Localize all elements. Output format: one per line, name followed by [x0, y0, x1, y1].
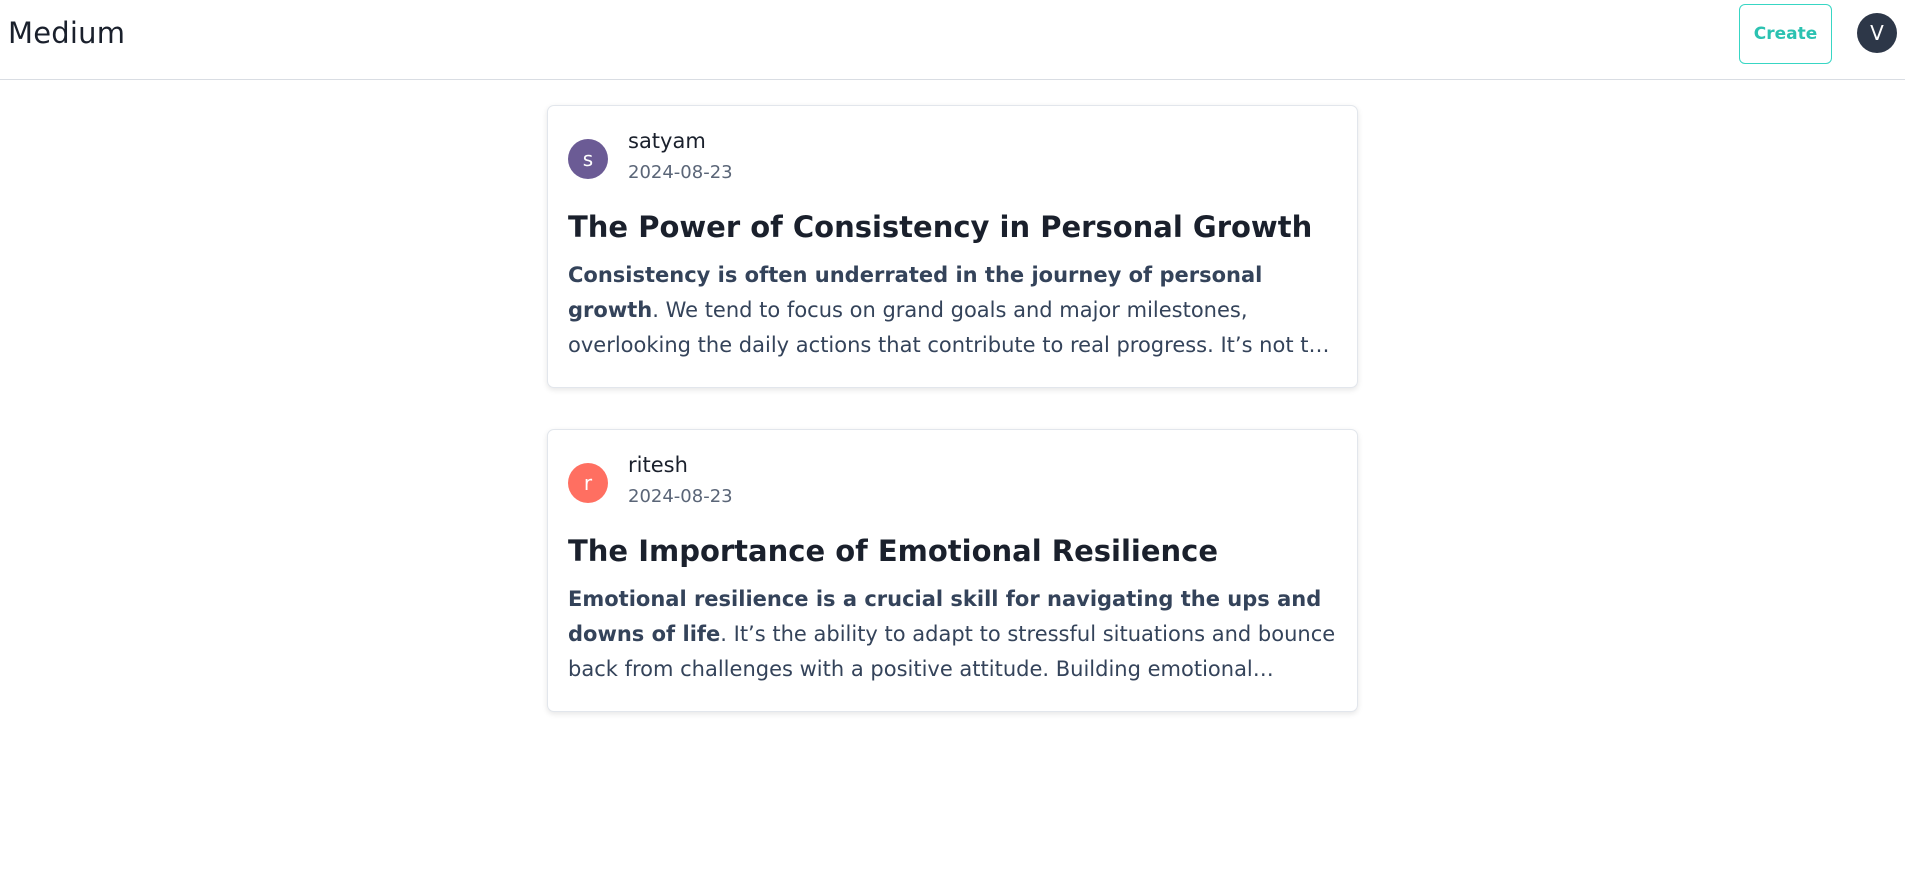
author-name: satyam: [628, 129, 706, 153]
post-author-row: s satyam 2024-08-23: [568, 128, 1337, 184]
post-author-row: r ritesh 2024-08-23: [568, 452, 1337, 508]
post-card[interactable]: r ritesh 2024-08-23 The Importance of Em…: [547, 429, 1358, 712]
top-navbar: Medium Create V: [0, 0, 1905, 80]
author-name: ritesh: [628, 453, 688, 477]
post-title[interactable]: The Power of Consistency in Personal Gro…: [568, 209, 1337, 245]
post-excerpt: Consistency is often underrated in the j…: [568, 258, 1337, 363]
author-avatar: r: [568, 463, 608, 503]
author-avatar: s: [568, 139, 608, 179]
post-date: 2024-08-23: [628, 486, 733, 507]
post-card[interactable]: s satyam 2024-08-23 The Power of Consist…: [547, 105, 1358, 388]
post-excerpt: Emotional resilience is a crucial skill …: [568, 582, 1337, 687]
user-avatar[interactable]: V: [1857, 13, 1897, 53]
post-feed: s satyam 2024-08-23 The Power of Consist…: [547, 105, 1358, 753]
author-meta: ritesh 2024-08-23: [628, 452, 733, 508]
post-title[interactable]: The Importance of Emotional Resilience: [568, 533, 1337, 569]
author-meta: satyam 2024-08-23: [628, 128, 733, 184]
create-post-button[interactable]: Create: [1739, 4, 1832, 64]
brand-logo-text[interactable]: Medium: [8, 16, 125, 50]
post-excerpt-body: . We tend to focus on grand goals and ma…: [568, 298, 1335, 357]
post-date: 2024-08-23: [628, 162, 733, 183]
